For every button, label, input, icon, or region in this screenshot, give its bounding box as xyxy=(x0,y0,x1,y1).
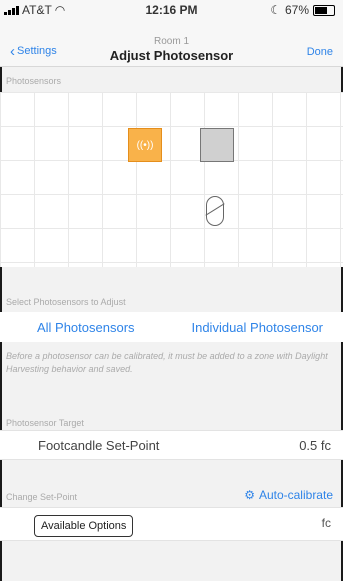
photosensors-label: Photosensors xyxy=(6,76,62,86)
available-options-button[interactable]: Available Options xyxy=(34,515,134,537)
wireless-sensor-icon[interactable]: ((•)) xyxy=(128,128,162,162)
moon-icon: ☾ xyxy=(270,3,281,17)
target-label: Photosensor Target xyxy=(6,418,84,428)
footcandle-value: 0.5 fc xyxy=(299,437,331,453)
pill-sensor-icon[interactable] xyxy=(206,196,224,226)
gears-icon: ⚙ xyxy=(244,488,255,502)
navigation-bar: ‹ Settings Room 1 Adjust Photosensor Don… xyxy=(0,20,343,67)
nav-subtitle: Room 1 xyxy=(153,36,189,47)
footcandle-label: Footcandle Set-Point xyxy=(38,437,160,453)
sensor-tabs: All Photosensors Individual Photosensor xyxy=(0,312,343,342)
status-right: ☾ 67% xyxy=(270,3,335,17)
select-label: Select Photosensors to Adjust xyxy=(6,297,126,307)
battery-icon xyxy=(313,4,335,16)
tab-all-photosensors[interactable]: All Photosensors xyxy=(0,320,172,335)
unit-label: fc xyxy=(321,516,331,530)
set-point-row: Available Options fc xyxy=(0,507,343,541)
sensor-square[interactable] xyxy=(200,128,234,162)
battery-label: 67% xyxy=(284,3,309,17)
auto-calibrate-button[interactable]: ⚙ Auto-calibrate xyxy=(244,488,333,502)
status-bar: AT&T ◠ 12:16 PM ☾ 67% xyxy=(0,0,343,20)
tab-individual-photosensor[interactable]: Individual Photosensor xyxy=(172,320,343,335)
photosensor-grid[interactable] xyxy=(0,92,343,267)
auto-calibrate-label: Auto-calibrate xyxy=(258,488,333,502)
done-button[interactable]: Done xyxy=(307,46,333,58)
footcandle-row[interactable]: Footcandle Set-Point 0.5 fc xyxy=(0,430,343,460)
page-title: Adjust Photosensor xyxy=(109,48,234,63)
calibration-note: Before a photosensor can be calibrated, … xyxy=(6,351,328,374)
